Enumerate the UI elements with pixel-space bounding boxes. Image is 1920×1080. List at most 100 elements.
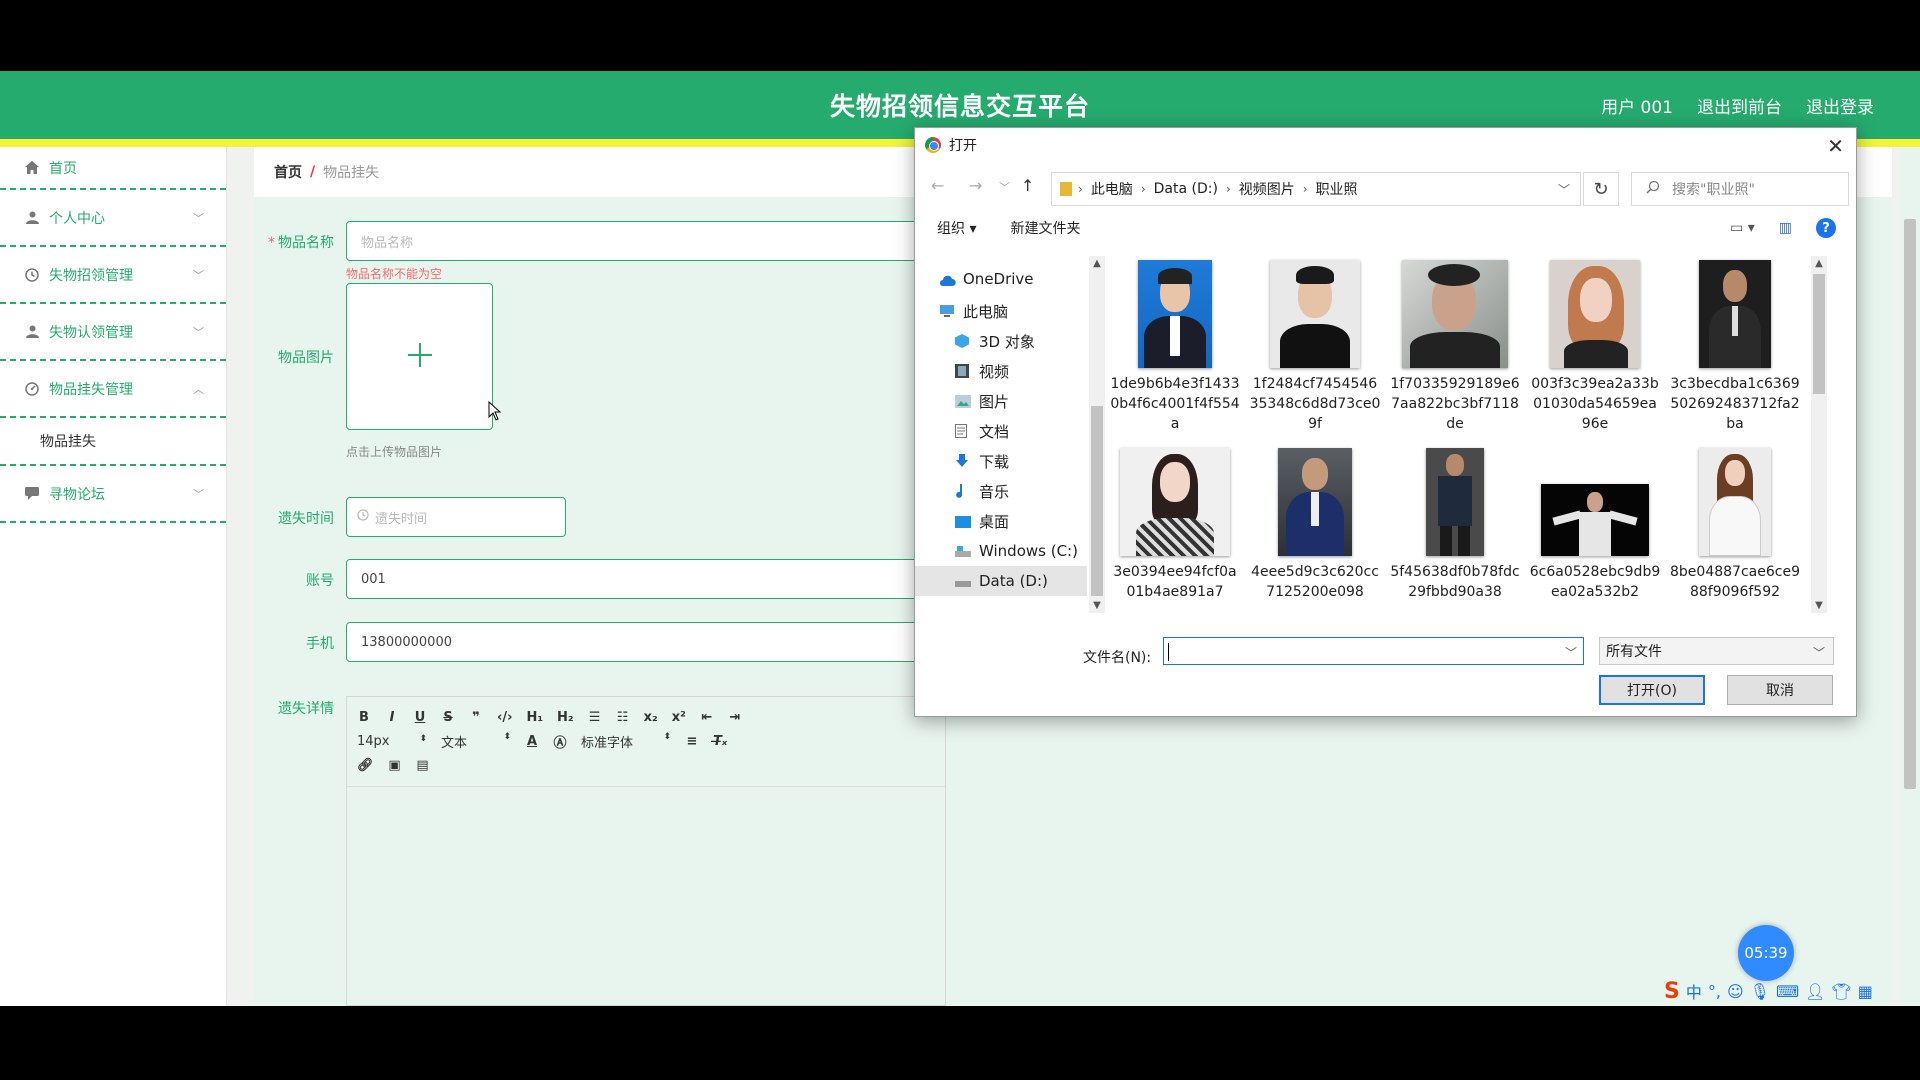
file-list-scrollbar-thumb[interactable] — [1813, 274, 1825, 394]
align-button[interactable]: ≡ — [685, 734, 699, 749]
strikethrough-button[interactable]: S — [441, 710, 455, 725]
current-user-link[interactable]: 用户 001 — [1601, 93, 1673, 118]
scroll-up-icon[interactable]: ▲ — [1811, 258, 1827, 269]
exit-to-front-link[interactable]: 退出到前台 — [1697, 93, 1782, 118]
blockquote-button[interactable]: ❞ — [469, 710, 483, 725]
search-input[interactable]: 搜索"职业照" — [1631, 172, 1849, 206]
font-family-select[interactable]: 标准字体 ⬍ — [581, 732, 671, 751]
file-item[interactable]: 1f2484cf745454635348c6d8d73ce09f — [1245, 260, 1385, 434]
heading1-button[interactable]: H₁ — [526, 710, 543, 725]
superscript-button[interactable]: x² — [672, 710, 686, 725]
film-icon — [955, 364, 971, 378]
heading2-button[interactable]: H₂ — [557, 710, 574, 725]
italic-button[interactable]: I — [385, 710, 399, 725]
grid-menu-icon[interactable]: ▦ — [1858, 982, 1873, 1001]
file-item[interactable]: 8be04887cae6ce988f9096f592 — [1665, 448, 1805, 602]
back-arrow-icon[interactable]: ← — [931, 176, 944, 195]
clear-format-button[interactable]: T̶ₓ — [713, 734, 727, 749]
file-item[interactable]: 3e0394ee94fcf0a01b4ae891a7 — [1105, 448, 1245, 602]
filename-input[interactable]: ﹀ — [1163, 637, 1584, 665]
phone-input[interactable]: 13800000000 — [346, 622, 946, 662]
nav-item-this-pc[interactable]: 此电脑 — [939, 296, 1109, 326]
sidebar-item-home[interactable]: 首页 — [0, 147, 226, 190]
forward-arrow-icon[interactable]: → — [969, 176, 982, 195]
file-item[interactable]: 1f70335929189e67aa822bc3bf7118de — [1385, 260, 1525, 434]
indent-button[interactable]: ⇥ — [728, 710, 742, 725]
file-item[interactable]: 6c6a0528ebc9db9ea02a532b2 — [1525, 448, 1665, 602]
path-segment[interactable]: Data (D:) — [1154, 181, 1218, 197]
microphone-icon[interactable]: 🎙︎ — [1750, 982, 1770, 1001]
image-icon[interactable]: ▣ — [388, 758, 402, 773]
logout-link[interactable]: 退出登录 — [1806, 93, 1874, 118]
outdent-button[interactable]: ⇤ — [700, 710, 714, 725]
close-icon[interactable]: ✕ — [1827, 134, 1844, 158]
image-upload-box[interactable] — [346, 283, 493, 430]
text-type-select[interactable]: 文本 ⬍ — [441, 732, 511, 751]
bold-button[interactable]: B — [357, 710, 371, 725]
page-scrollbar-thumb[interactable] — [1904, 219, 1916, 789]
item-name-input[interactable]: 物品名称 — [346, 221, 946, 261]
scroll-down-icon[interactable]: ▼ — [1089, 600, 1105, 611]
chevron-down-icon[interactable]: ﹀ — [1565, 644, 1577, 661]
account-input[interactable]: 001 — [346, 559, 946, 599]
organize-menu[interactable]: 组织 ▾ — [937, 218, 976, 238]
download-icon — [955, 454, 971, 468]
sidebar-item-loss-report-management[interactable]: 物品挂失管理 ︿ — [0, 361, 226, 418]
skin-icon[interactable]: 👕︎ — [1831, 982, 1851, 1001]
scroll-down-icon[interactable]: ▼ — [1811, 600, 1827, 611]
font-color-button[interactable]: A — [525, 734, 539, 749]
address-bar[interactable]: › 此电脑 › Data (D:) › 视频图片 › 职业照 ﹀ — [1051, 172, 1581, 206]
user-icon[interactable]: 👤︎ — [1805, 982, 1825, 1001]
sidebar-subitem-loss-report[interactable]: 物品挂失 — [0, 418, 226, 466]
preview-pane-icon[interactable]: ▥ — [1779, 220, 1792, 236]
scroll-up-icon[interactable]: ▲ — [1089, 258, 1105, 269]
link-icon[interactable]: 🔗︎ — [357, 758, 374, 773]
file-item[interactable]: 003f3c39ea2a33b01030da54659ea96e — [1525, 260, 1665, 434]
lost-time-label: 遗失时间 — [278, 511, 334, 527]
file-item[interactable]: 3c3becdba1c6369502692483712fa2ba — [1665, 260, 1805, 434]
path-segment[interactable]: 职业照 — [1316, 179, 1358, 199]
underline-button[interactable]: U — [413, 710, 427, 725]
bullet-list-button[interactable]: ☷ — [616, 710, 630, 725]
font-size-select[interactable]: 14px ⬍ — [357, 734, 427, 749]
background-color-button[interactable]: Ⓐ — [553, 732, 567, 751]
recent-locations-icon[interactable]: ﹀ — [999, 179, 1010, 195]
refresh-icon[interactable]: ↻ — [1583, 172, 1619, 206]
nav-item-onedrive[interactable]: OneDrive — [939, 264, 1109, 294]
subscript-button[interactable]: x₂ — [644, 710, 658, 725]
sidebar-item-forum[interactable]: 寻物论坛 ﹀ — [0, 466, 226, 523]
new-folder-button[interactable]: 新建文件夹 — [1010, 218, 1080, 238]
breadcrumb-home[interactable]: 首页 — [274, 162, 302, 182]
file-item[interactable]: 1de9b6b4e3f14330b4f6c4001f4f554a — [1105, 260, 1245, 434]
path-segment[interactable]: 此电脑 — [1091, 179, 1133, 199]
file-item[interactable]: 5f45638df0b78fdc29fbbd90a38 — [1385, 448, 1525, 602]
emoji-icon[interactable]: ☺ — [1727, 982, 1744, 1001]
ime-language-toggle[interactable]: 中 — [1686, 979, 1702, 1003]
nav-pane-scrollbar[interactable]: ▲ ▼ — [1089, 256, 1105, 613]
filetype-select[interactable]: 所有文件 ﹀ — [1599, 637, 1834, 665]
recording-timer[interactable]: 05:39 — [1738, 925, 1794, 981]
file-item[interactable]: 4eee5d9c3c620cc7125200e098 — [1245, 448, 1385, 602]
keyboard-icon[interactable]: ⌨ — [1776, 982, 1799, 1001]
video-icon[interactable]: ▤ — [416, 758, 430, 773]
help-icon[interactable]: ? — [1816, 218, 1836, 238]
ordered-list-button[interactable]: ☰ — [588, 710, 602, 725]
sidebar-item-lost-found-management[interactable]: 失物招领管理 ﹀ — [0, 247, 226, 304]
open-button[interactable]: 打开(O) — [1599, 675, 1705, 705]
path-segment[interactable]: 视频图片 — [1239, 179, 1295, 199]
file-list-scrollbar[interactable]: ▲ ▼ — [1811, 256, 1827, 613]
sidebar-item-personal-center[interactable]: 个人中心 ﹀ — [0, 190, 226, 247]
nav-item-data-d[interactable]: Data (D:) — [915, 566, 1087, 596]
sidebar-item-claim-management[interactable]: 失物认领管理 ﹀ — [0, 304, 226, 361]
chevron-down-icon[interactable]: ﹀ — [1558, 181, 1570, 198]
editor-content-area[interactable] — [347, 787, 945, 1005]
cancel-button[interactable]: 取消 — [1727, 675, 1833, 705]
page-scrollbar[interactable] — [1900, 147, 1920, 1006]
sogou-logo-icon[interactable]: S — [1664, 979, 1680, 1004]
up-arrow-icon[interactable]: ↑ — [1021, 176, 1034, 195]
view-mode-icon[interactable]: ▭ ▾ — [1730, 220, 1755, 236]
lost-time-picker[interactable]: 遗失时间 — [346, 497, 566, 537]
punctuation-icon[interactable]: °, — [1708, 982, 1721, 1001]
nav-pane-scrollbar-thumb[interactable] — [1091, 406, 1103, 596]
code-button[interactable]: ‹/› — [497, 710, 512, 725]
